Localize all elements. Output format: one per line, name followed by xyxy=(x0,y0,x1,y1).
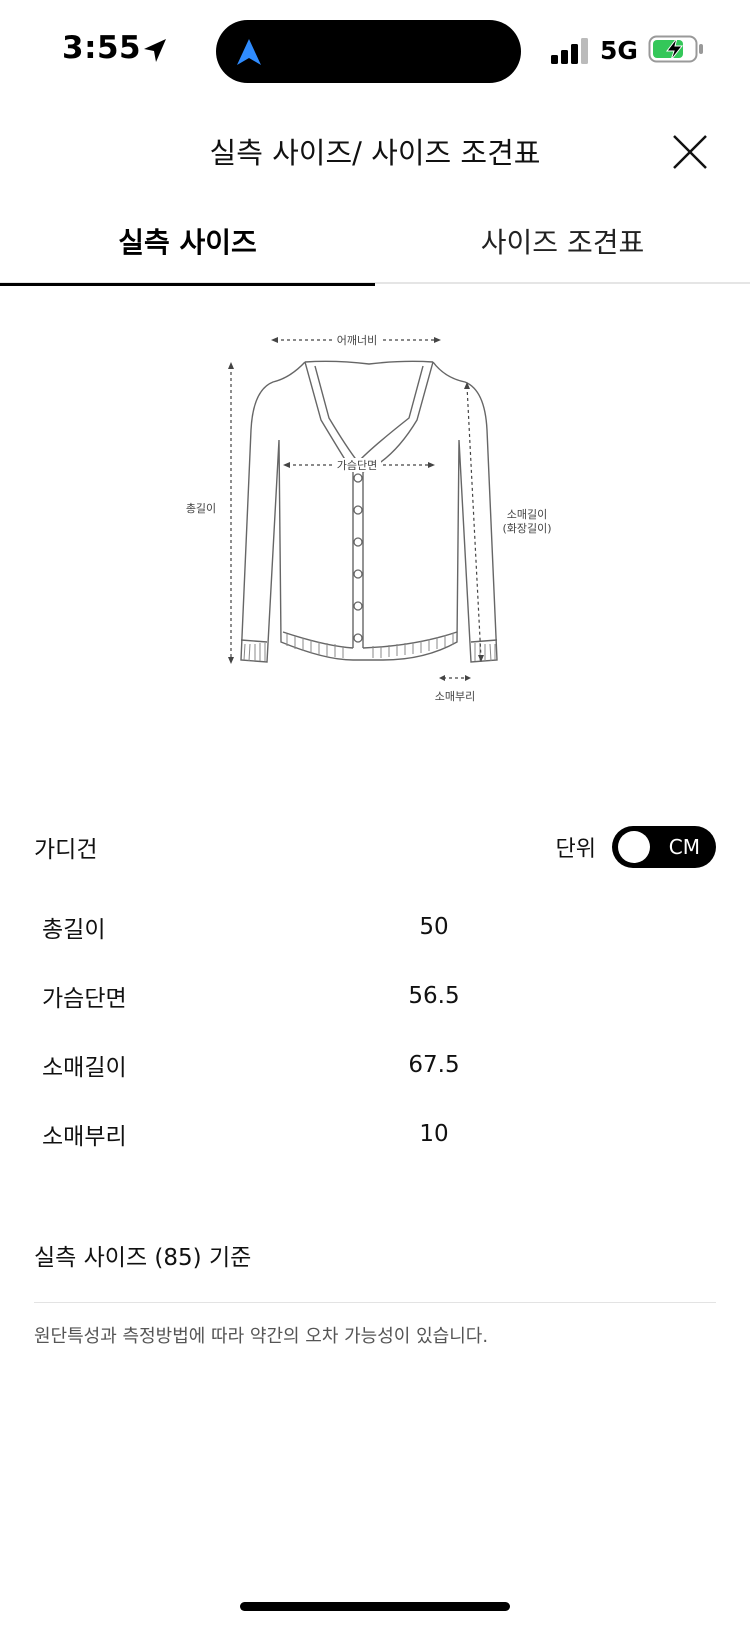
label-sleeve-length-alt: (화장길이) xyxy=(502,522,551,535)
cardigan-illustration: 어깨너비 가슴단면 총길이 소매길이 (화장길이) 소매부리 xyxy=(186,333,552,703)
size-label: 가슴단면 xyxy=(42,985,127,1012)
unit-selector: 단위 CM xyxy=(556,826,716,868)
table-row: 소매길이 67.5 xyxy=(34,1030,716,1099)
size-label: 소매부리 xyxy=(42,1123,127,1150)
buttons xyxy=(353,473,363,643)
product-name: 가디건 xyxy=(34,837,98,863)
cardigan-measurement-diagram: 어깨너비 가슴단면 총길이 소매길이 (화장길이) 소매부리 xyxy=(175,330,575,740)
disclaimer-note: 원단특성과 측정방법에 따라 약간의 오차 가능성이 있습니다. xyxy=(34,1326,489,1347)
size-value: 50 xyxy=(419,913,449,940)
unit-toggle[interactable]: CM xyxy=(612,826,716,868)
tab-actual-size[interactable]: 실측 사이즈 xyxy=(0,208,375,286)
size-info-section: 가디건 단위 CM 총길이 50 가슴단면 56.5 소매길이 67.5 소매부… xyxy=(34,822,716,1168)
table-row: 총길이 50 xyxy=(34,892,716,961)
label-shoulder-width: 어깨너비 xyxy=(337,334,377,347)
modal-header: 실측 사이즈/ 사이즈 조견표 xyxy=(0,120,750,190)
home-indicator[interactable] xyxy=(240,1602,510,1611)
unit-toggle-knob xyxy=(618,831,650,863)
unit-label: 단위 xyxy=(555,837,596,862)
size-value: 10 xyxy=(419,1120,449,1147)
navigation-icon xyxy=(237,39,261,65)
page-title: 실측 사이즈/ 사이즈 조견표 xyxy=(209,136,541,170)
product-row: 가디건 단위 CM xyxy=(34,822,716,872)
battery-charging-icon xyxy=(648,35,703,63)
label-cuff-width: 소매부리 xyxy=(435,690,475,703)
status-time: 3:55 xyxy=(62,30,142,66)
table-row: 소매부리 10 xyxy=(34,1099,716,1168)
location-arrow-icon xyxy=(144,39,166,62)
label-sleeve-length: 소매길이 xyxy=(507,508,547,521)
label-total-length: 총길이 xyxy=(186,502,216,515)
size-table: 총길이 50 가슴단면 56.5 소매길이 67.5 소매부리 10 xyxy=(34,892,716,1168)
size-basis-text: 실측 사이즈 (85) 기준 xyxy=(34,1245,252,1271)
divider xyxy=(34,1302,716,1303)
table-row: 가슴단면 56.5 xyxy=(34,961,716,1030)
size-value: 67.5 xyxy=(408,1051,460,1078)
size-label: 소매길이 xyxy=(42,1054,127,1081)
size-value: 56.5 xyxy=(408,982,460,1009)
unit-value: CM xyxy=(668,835,700,859)
network-type: 5G xyxy=(600,36,638,65)
dynamic-island xyxy=(216,20,521,83)
status-bar: 3:55 5G xyxy=(0,0,750,100)
tab-bar: 실측 사이즈 사이즈 조견표 xyxy=(0,208,750,286)
label-chest-width: 가슴단면 xyxy=(337,459,377,472)
tab-size-chart[interactable]: 사이즈 조견표 xyxy=(375,208,750,284)
signal-icon xyxy=(551,38,588,64)
size-label: 총길이 xyxy=(42,916,106,943)
close-icon[interactable] xyxy=(670,132,710,172)
